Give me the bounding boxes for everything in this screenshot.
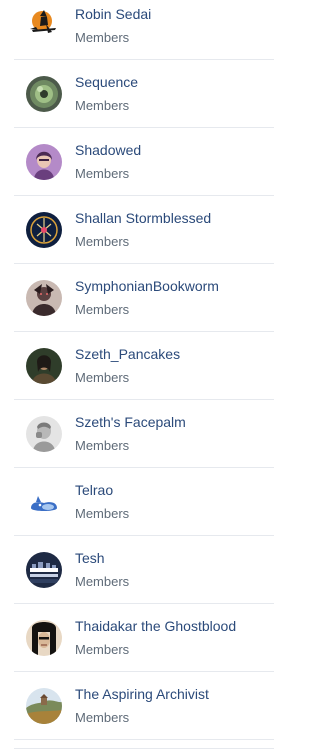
- glyph-sigil-avatar[interactable]: [26, 212, 62, 248]
- member-group: Members: [75, 166, 130, 181]
- member-group: Members: [75, 438, 130, 453]
- member-name[interactable]: Shadowed: [75, 141, 141, 159]
- member-name[interactable]: SymphonianBookworm: [75, 277, 219, 295]
- member-name[interactable]: Shallan Stormblessed: [75, 209, 211, 227]
- member-group: Members: [75, 506, 130, 521]
- member-name[interactable]: Sequence: [75, 73, 138, 91]
- member-row[interactable]: Robin Sedai Members: [14, 0, 274, 60]
- blue-creature-avatar[interactable]: [26, 484, 62, 520]
- member-group: Members: [75, 574, 130, 589]
- member-name[interactable]: Tesh: [75, 549, 105, 567]
- member-group: Members: [75, 98, 130, 113]
- member-row[interactable]: Thaidakar the Ghostblood Members: [14, 604, 274, 672]
- member-name[interactable]: Telrao: [75, 481, 113, 499]
- member-name[interactable]: Szeth_Pancakes: [75, 345, 180, 363]
- bottom-divider: [14, 748, 274, 749]
- witch-silhouette-avatar[interactable]: [26, 8, 62, 44]
- painted-portrait-avatar[interactable]: [26, 348, 62, 384]
- member-row[interactable]: Sequence Members: [14, 60, 274, 128]
- member-name[interactable]: The Aspiring Archivist: [75, 685, 209, 703]
- member-group: Members: [75, 710, 130, 725]
- member-row[interactable]: Shallan Stormblessed Members: [14, 196, 274, 264]
- member-row[interactable]: Shadowed Members: [14, 128, 274, 196]
- member-row[interactable]: Telrao Members: [14, 468, 274, 536]
- member-row[interactable]: Tesh Members: [14, 536, 274, 604]
- purple-portrait-avatar[interactable]: [26, 144, 62, 180]
- member-group: Members: [75, 642, 130, 657]
- member-row[interactable]: Szeth's Facepalm Members: [14, 400, 274, 468]
- member-group: Members: [75, 30, 130, 45]
- dark-figure-avatar[interactable]: [26, 280, 62, 316]
- member-group: Members: [75, 370, 130, 385]
- city-skyline-avatar[interactable]: [26, 552, 62, 588]
- member-name[interactable]: Thaidakar the Ghostblood: [75, 617, 236, 635]
- green-orb-avatar[interactable]: [26, 76, 62, 112]
- masked-face-avatar[interactable]: [26, 620, 62, 656]
- landscape-avatar[interactable]: [26, 688, 62, 724]
- grey-bust-avatar[interactable]: [26, 416, 62, 452]
- member-row[interactable]: SymphonianBookworm Members: [14, 264, 274, 332]
- member-name[interactable]: Robin Sedai: [75, 5, 151, 23]
- member-group: Members: [75, 302, 130, 317]
- member-name[interactable]: Szeth's Facepalm: [75, 413, 186, 431]
- member-row[interactable]: The Aspiring Archivist Members: [14, 672, 274, 740]
- member-group: Members: [75, 234, 130, 249]
- member-list: Robin Sedai Members Sequence Members Sha…: [14, 0, 274, 740]
- member-row[interactable]: Szeth_Pancakes Members: [14, 332, 274, 400]
